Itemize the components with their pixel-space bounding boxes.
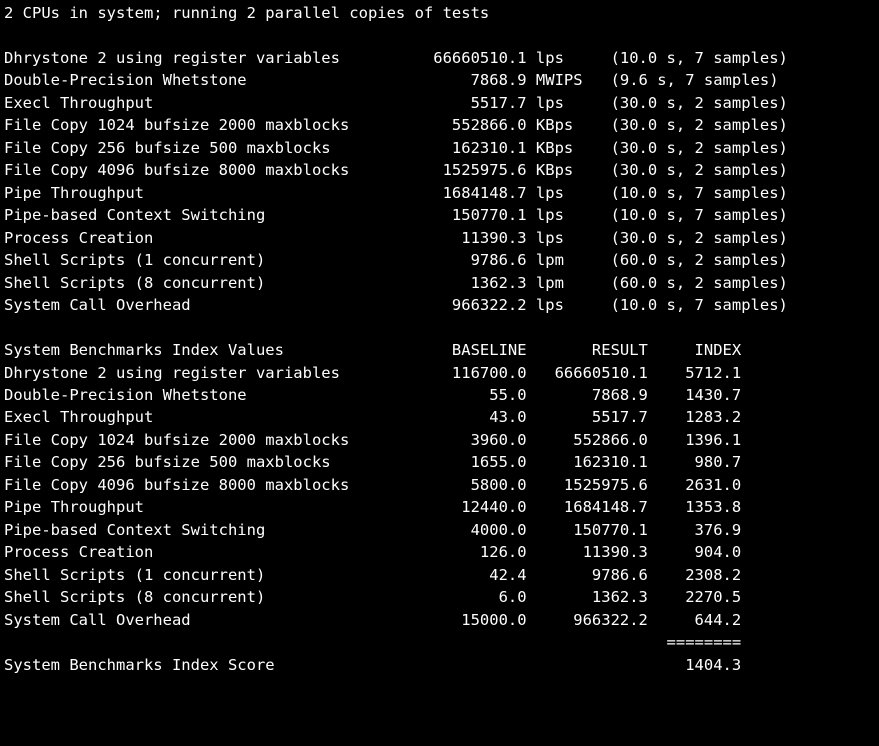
terminal-output: 2 CPUs in system; running 2 parallel cop… (0, 0, 879, 676)
